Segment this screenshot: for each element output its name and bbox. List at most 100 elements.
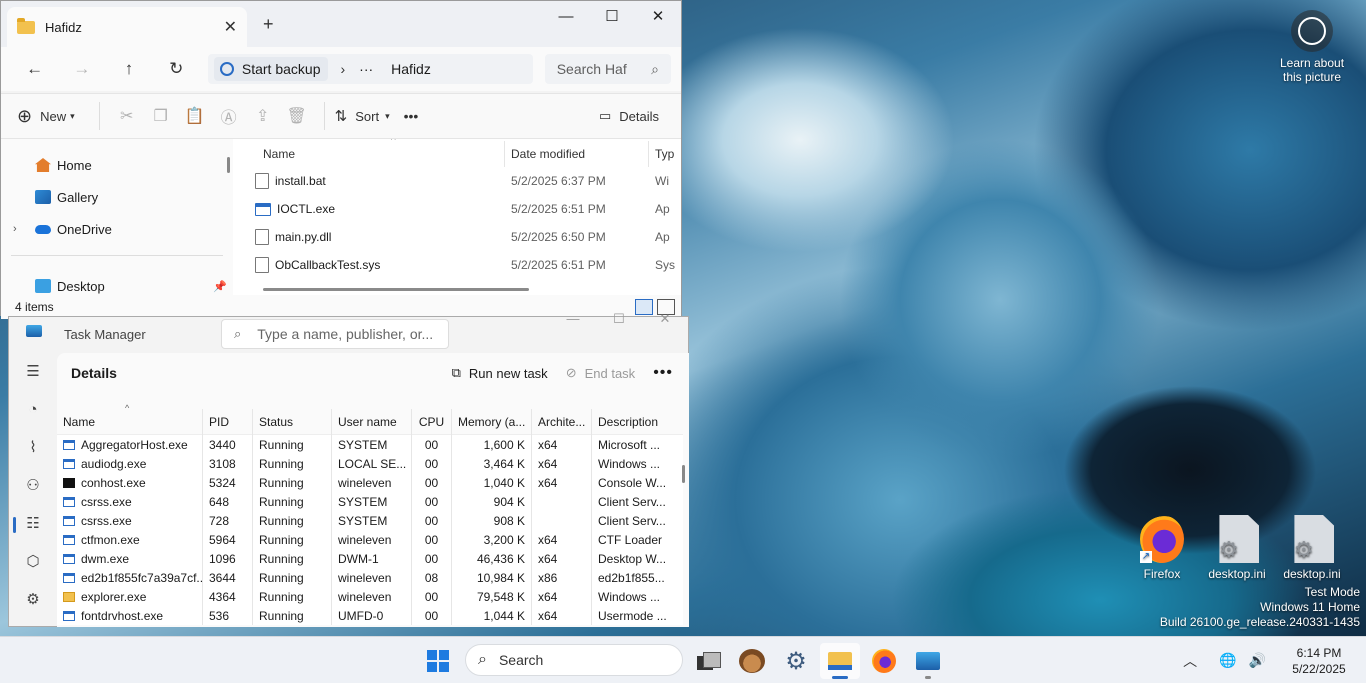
explorer-tab[interactable]: Hafidz ✕ [7,7,247,47]
up-arrow-icon[interactable]: ↑ [105,59,152,79]
column-header-name[interactable]: Name [249,141,505,167]
desktop-file-desktop-ini[interactable]: desktop.ini [1280,515,1344,581]
desktop-file-desktop-ini[interactable]: desktop.ini [1205,515,1269,581]
table-row[interactable]: ed2b1f855fc7a39a7cf... 3644 Running winelev… [57,568,683,587]
process-memory-text: 79,548 K [476,589,525,604]
table-row[interactable]: csrss.exe 648 Running SYSTEM 00 904 K Client S… [57,492,683,511]
process-search-input[interactable]: ⌕ Type a name, publisher, or... [221,319,449,349]
minimize-button[interactable]: — [550,311,596,327]
table-row[interactable]: AggregatorHost.exe 3440 Running SYSTEM 00 1,6… [57,435,683,454]
end-task-button[interactable]: ⊘ End task [566,365,636,381]
horizontal-scrollbar[interactable] [263,288,529,291]
details-pane-button[interactable]: ▭ Details [599,108,659,124]
process-pid-text: 3108 [209,456,236,471]
gallery-icon [35,190,51,204]
nav-item-onedrive[interactable]: › OneDrive [1,213,233,245]
search-input[interactable]: Search Haf ⌕ [544,54,672,84]
see-more-button[interactable]: ••• [404,108,419,124]
users-icon[interactable]: ⚇ [9,467,57,505]
paste-icon[interactable]: 📋 [178,106,212,126]
taskbar-app-settings[interactable]: ⚙ [776,643,816,679]
more-options-button[interactable]: ••• [653,364,673,382]
table-row[interactable]: conhost.exe 5324 Running wineleven 00 1,040 K… [57,473,683,492]
delete-icon[interactable]: 🗑 [280,106,314,126]
close-button[interactable]: ✕ [642,311,688,327]
taskbar-app-file-explorer[interactable] [820,643,860,679]
process-architecture-text: x64 [538,589,558,604]
table-row[interactable]: fontdrvhost.exe 536 Running UMFD-0 00 1,044 K… [57,606,683,625]
settings-gear-icon[interactable]: ⚙ [9,581,57,619]
task-view-button[interactable] [688,643,728,679]
process-user: SYSTEM [332,511,412,530]
file-row[interactable]: ObCallbackTest.sys 5/2/2025 6:51 PM Sys [249,251,681,279]
nav-scrollbar[interactable] [225,139,233,295]
breadcrumb-overflow[interactable]: ··· [359,61,373,77]
back-arrow-icon[interactable]: ← [11,59,58,79]
breadcrumb-folder[interactable]: Hafidz [391,61,431,77]
column-header-description[interactable]: Description [592,409,683,435]
forward-arrow-icon[interactable]: → [58,59,105,79]
close-tab-icon[interactable]: ✕ [224,17,237,37]
refresh-icon[interactable]: ↻ [153,59,200,79]
run-new-task-button[interactable]: ⧉ Run new task [452,365,548,381]
windows-start-icon[interactable] [427,650,449,672]
process-status-text: Running [259,608,304,623]
network-globe-icon[interactable]: 🌐 [1219,652,1236,669]
taskbar-app-bear[interactable] [732,643,772,679]
copy-icon[interactable]: ❐ [144,106,178,126]
column-header-name[interactable]: Name [57,408,203,435]
details-list-icon[interactable]: ☷ [9,505,57,543]
services-icon[interactable]: ⬡ [9,543,57,581]
rename-icon[interactable]: Ⓐ [212,104,246,128]
address-bar-row: ← → ↑ ↻ Start backup › ··· Hafidz Search… [1,47,681,91]
column-header-memory[interactable]: Memory (a... [452,408,532,435]
column-header-pid[interactable]: PID [203,408,253,435]
table-row[interactable]: csrss.exe 728 Running SYSTEM 00 908 K Client S… [57,511,683,530]
file-row[interactable]: main.py.dll 5/2/2025 6:50 PM Ap [249,223,681,251]
cut-icon[interactable]: ✂ [110,106,144,126]
table-row[interactable]: ctfmon.exe 5964 Running wineleven 00 3,200 K x… [57,530,683,549]
file-row[interactable]: install.bat 5/2/2025 6:37 PM Wi [249,167,681,195]
address-bar[interactable]: Start backup › ··· Hafidz [207,54,533,84]
end-task-icon: ⊘ [565,365,577,380]
column-header-status[interactable]: Status [253,408,332,435]
nav-item-gallery[interactable]: Gallery [1,181,233,213]
table-row[interactable]: audiodg.exe 3108 Running LOCAL SE... 00 3,464… [57,454,683,473]
sort-icon: ⇅ [334,108,348,125]
taskbar-app-firefox[interactable] [864,643,904,679]
taskbar-app-task-manager[interactable] [908,643,948,679]
start-backup-button[interactable]: Start backup [213,57,329,81]
column-header-cpu[interactable]: CPU [412,408,452,435]
chevron-up-icon[interactable]: ︿ [1183,651,1197,671]
startup-apps-icon[interactable]: ⌇ [9,429,57,467]
chevron-right-icon[interactable]: › [13,223,17,235]
new-button[interactable]: ⊕ New ▾ [17,106,75,127]
history-icon[interactable]: ◔ [9,391,57,429]
maximize-button[interactable]: ☐ [596,311,642,327]
maximize-button[interactable]: ☐ [589,1,635,31]
close-button[interactable]: ✕ [635,1,681,31]
vertical-scrollbar[interactable] [682,465,685,483]
active-indicator [832,676,848,679]
column-header-date[interactable]: Date modified [505,141,649,167]
new-tab-button[interactable]: + [263,14,274,35]
column-header-type[interactable]: Typ [649,141,679,167]
learn-about-picture-button[interactable]: Learn about this picture [1276,10,1348,84]
table-row[interactable]: dwm.exe 1096 Running DWM-1 00 46,436 K x64 Desk… [57,549,683,568]
minimize-button[interactable]: — [543,1,589,31]
file-row[interactable]: IOCTL.exe 5/2/2025 6:51 PM Ap [249,195,681,223]
process-architecture: x64 [532,435,592,454]
share-icon[interactable]: ⇪ [246,106,280,126]
taskbar-search-box[interactable]: ⌕ Search [465,644,683,676]
clock[interactable]: 6:14 PM 5/22/2025 [1278,645,1360,677]
column-header-user[interactable]: User name [332,408,412,435]
table-row[interactable]: explorer.exe 4364 Running wineleven 00 79,548… [57,587,683,606]
sort-button[interactable]: ⇅ Sort ▾ [335,107,390,125]
volume-icon[interactable]: 🔊 [1249,652,1266,669]
hamburger-menu-icon[interactable]: ☰ [9,353,57,391]
file-name: IOCTL.exe [277,202,336,216]
process-architecture: x64 [532,549,592,568]
nav-item-home[interactable]: Home [1,149,233,181]
column-header-architecture[interactable]: Archite... [532,408,592,435]
desktop-shortcut-firefox[interactable]: ↗ Firefox [1130,515,1194,581]
